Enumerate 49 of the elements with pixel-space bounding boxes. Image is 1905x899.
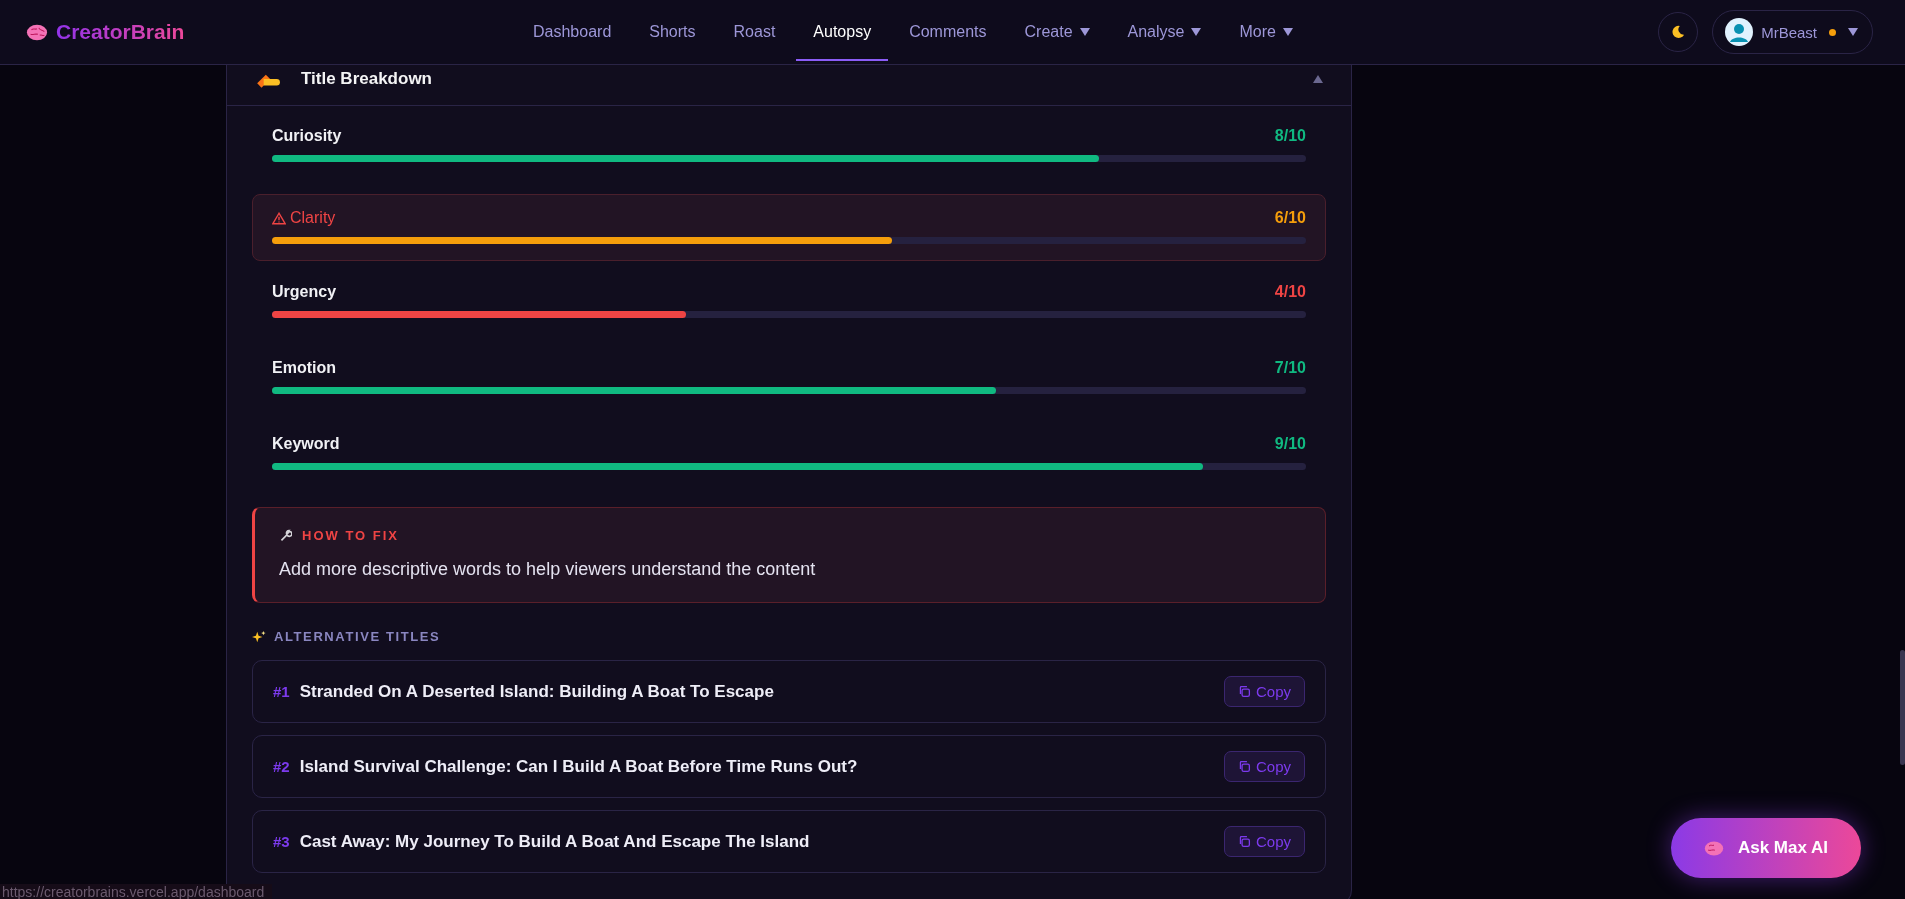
warning-icon: [272, 211, 286, 225]
collapse-toggle[interactable]: [1311, 73, 1325, 85]
alternative-title: Island Survival Challenge: Can I Build A Boat Before Time Runs Out?: [299, 756, 858, 777]
brain-icon: [26, 22, 48, 42]
copy-icon: [1237, 685, 1251, 698]
avatar-icon: [1725, 18, 1754, 46]
nav-link[interactable]: Shorts: [632, 3, 713, 61]
sparkles-icon: [252, 629, 266, 644]
metric-score: 6/10: [1274, 209, 1306, 227]
nav-dropdown[interactable]: Analyse: [1110, 3, 1219, 61]
nav-dropdown[interactable]: Create: [1007, 3, 1107, 61]
nav-dropdown[interactable]: More: [1222, 3, 1310, 61]
moon-icon: [1671, 25, 1686, 39]
nav-link[interactable]: Comments: [892, 3, 1004, 61]
nav-link[interactable]: Dashboard: [516, 3, 629, 61]
rank-label: #2: [273, 758, 290, 775]
rank-label: #1: [273, 683, 290, 700]
metric-name: Curiosity: [272, 127, 342, 145]
caret-icon: [1079, 28, 1090, 36]
nav-link[interactable]: Autopsy: [796, 3, 889, 61]
ask-ai-button[interactable]: Ask Max AI: [1671, 818, 1861, 878]
section-title: Title Breakdown: [301, 69, 432, 89]
metric-score: 9/10: [1274, 435, 1306, 453]
alternatives-heading: ALTERNATIVE TITLES: [274, 629, 441, 644]
metric-score: 7/10: [1274, 359, 1306, 377]
metric-name: Clarity: [290, 209, 336, 227]
brain-icon: [1703, 839, 1724, 857]
caret-icon: [1282, 28, 1293, 36]
alternative-title: Stranded On A Deserted Island: Building A Boat To Escape: [299, 681, 774, 702]
fix-heading: HOW TO FIX: [302, 528, 400, 543]
metric-score: 4/10: [1274, 283, 1306, 301]
user-menu[interactable]: MrBeast: [1712, 10, 1873, 54]
metric-name: Emotion: [272, 359, 336, 377]
fix-text: Add more descriptive words to help viewers understand the content: [279, 559, 817, 580]
copy-icon: [1237, 760, 1251, 773]
caret-icon: [1848, 28, 1858, 36]
triangle-icon: [1313, 75, 1323, 83]
metric-name: Keyword: [272, 435, 340, 453]
wrench-icon: [279, 529, 292, 542]
rank-label: #3: [273, 833, 290, 850]
scrollbar-thumb[interactable]: [1900, 650, 1905, 765]
theme-toggle[interactable]: [1658, 12, 1699, 52]
nav-link[interactable]: Roast: [716, 3, 793, 61]
caret-icon: [1191, 28, 1202, 36]
metric-score: 8/10: [1274, 127, 1306, 145]
copy-icon: [1237, 835, 1251, 848]
metric-name: Urgency: [272, 283, 337, 301]
status-url: https://creatorbrains.vercel.app/dashboard: [0, 884, 273, 899]
alternative-title: Cast Away: My Journey To Build A Boat And Escape The Island: [299, 831, 810, 852]
